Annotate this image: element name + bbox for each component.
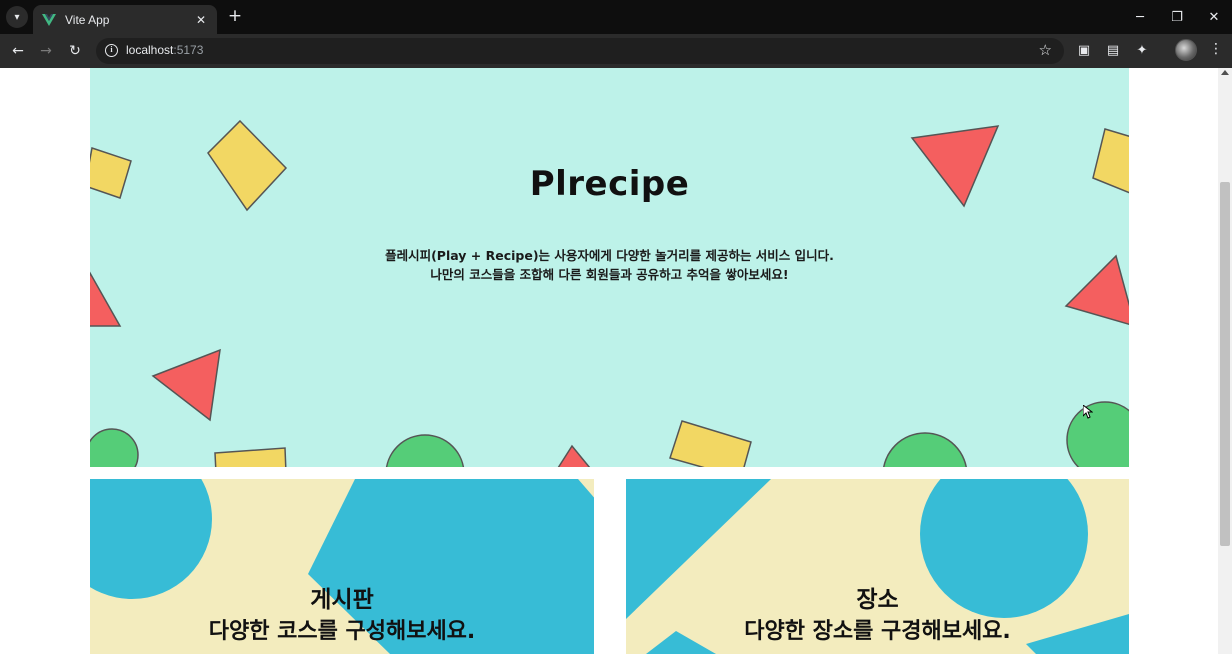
vue-logo-icon	[42, 13, 56, 26]
place-card-title: 장소	[856, 587, 899, 613]
board-card-title: 게시판	[310, 587, 374, 613]
site-title: Plrecipe	[529, 164, 690, 204]
back-arrow-icon[interactable]: ←	[8, 41, 28, 61]
place-card-subtitle: 다양한 장소를 구경해보세요.	[744, 619, 1011, 644]
reload-icon[interactable]: ↻	[65, 41, 85, 61]
browser-tab[interactable]: Vite App ✕	[33, 5, 217, 34]
address-bar[interactable]: i localhost:5173 ☆	[96, 38, 1064, 64]
browser-menu-icon[interactable]: ⋮	[1208, 41, 1224, 57]
forward-arrow-icon[interactable]: →	[36, 41, 56, 61]
board-card-text: 게시판 다양한 코스를 구성해보세요.	[90, 585, 594, 649]
hero-banner: Plrecipe 플레시피(Play + Recipe)는 사용자에게 다양한 …	[90, 68, 1129, 467]
url-port: :5173	[173, 43, 204, 57]
minimize-icon[interactable]: ─	[1122, 0, 1158, 34]
place-card[interactable]: 장소 다양한 장소를 구경해보세요.	[626, 479, 1129, 654]
browser-tab-bar: ▾ Vite App ✕ + ─ ❐ ✕	[0, 0, 1232, 34]
site-info-icon[interactable]: i	[105, 44, 118, 57]
window-close-icon[interactable]: ✕	[1196, 0, 1232, 34]
tab-search-chevron-icon[interactable]: ▾	[6, 6, 28, 28]
scrollbar-thumb[interactable]	[1220, 182, 1230, 546]
hero-description: 플레시피(Play + Recipe)는 사용자에게 다양한 놀거리를 제공하는…	[90, 246, 1129, 284]
extension-box-icon[interactable]: ▤	[1105, 42, 1121, 58]
restore-icon[interactable]: ❐	[1159, 0, 1195, 34]
new-tab-plus-icon[interactable]: +	[226, 7, 244, 25]
page-scrollbar[interactable]	[1218, 68, 1232, 654]
mouse-cursor-icon	[1083, 405, 1093, 419]
bookmark-star-icon[interactable]: ☆	[1039, 41, 1052, 59]
url-host: localhost	[126, 43, 174, 57]
browser-toolbar: ← → ↻ i localhost:5173 ☆ ▣ ▤ ✦ ⋮	[0, 34, 1232, 68]
profile-avatar[interactable]	[1175, 39, 1197, 61]
extension-square-icon[interactable]: ▣	[1076, 42, 1092, 58]
scroll-up-arrow-icon[interactable]	[1221, 70, 1229, 75]
url-text: localhost:5173	[126, 43, 203, 57]
page-viewport: Plrecipe 플레시피(Play + Recipe)는 사용자에게 다양한 …	[0, 68, 1232, 654]
place-card-text: 장소 다양한 장소를 구경해보세요.	[626, 585, 1129, 649]
tab-title: Vite App	[65, 12, 110, 27]
extensions-puzzle-icon[interactable]: ✦	[1134, 42, 1150, 58]
board-card-subtitle: 다양한 코스를 구성해보세요.	[208, 619, 476, 644]
hero-description-line-1: 플레시피(Play + Recipe)는 사용자에게 다양한 놀거리를 제공하는…	[385, 248, 834, 263]
board-card[interactable]: 게시판 다양한 코스를 구성해보세요.	[90, 479, 594, 654]
tab-close-icon[interactable]: ✕	[193, 13, 209, 27]
hero-description-line-2: 나만의 코스들을 조합해 다른 회원들과 공유하고 추억을 쌓아보세요!	[430, 267, 789, 282]
